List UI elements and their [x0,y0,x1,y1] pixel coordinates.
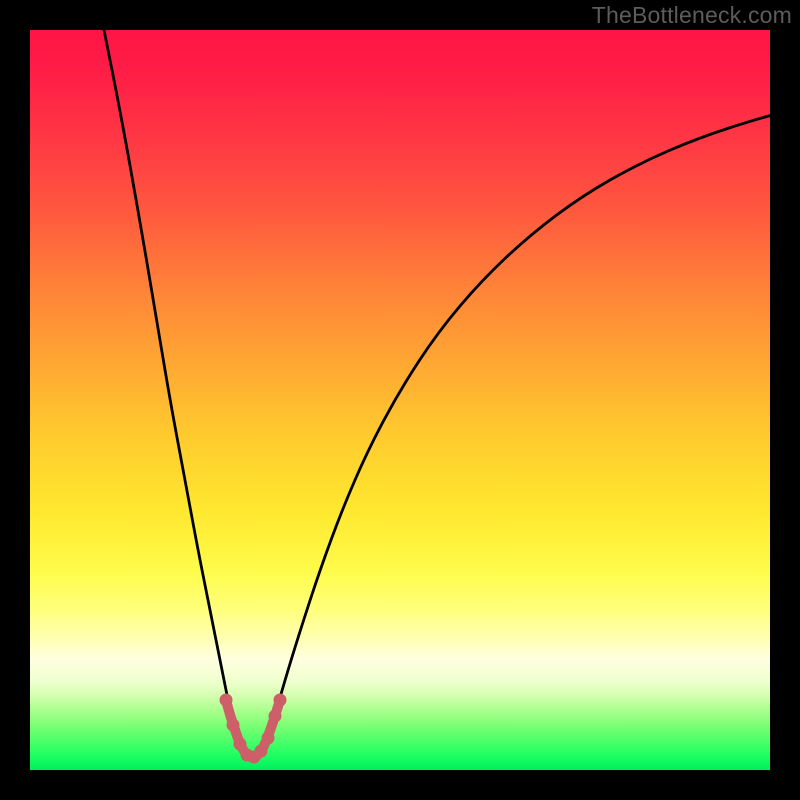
series-curve-left [102,30,239,742]
marker-0 [220,694,233,707]
chart-svg [30,30,770,770]
chart-frame [30,30,770,770]
marker-7 [269,710,282,723]
chart-curves [102,30,770,757]
series-curve-right [266,108,770,742]
marker-5 [255,745,268,758]
marker-8 [274,694,287,707]
marker-1 [227,719,240,732]
watermark-text: TheBottleneck.com [592,2,792,29]
marker-2 [234,738,247,751]
marker-6 [262,732,275,745]
chart-markers [220,694,287,764]
